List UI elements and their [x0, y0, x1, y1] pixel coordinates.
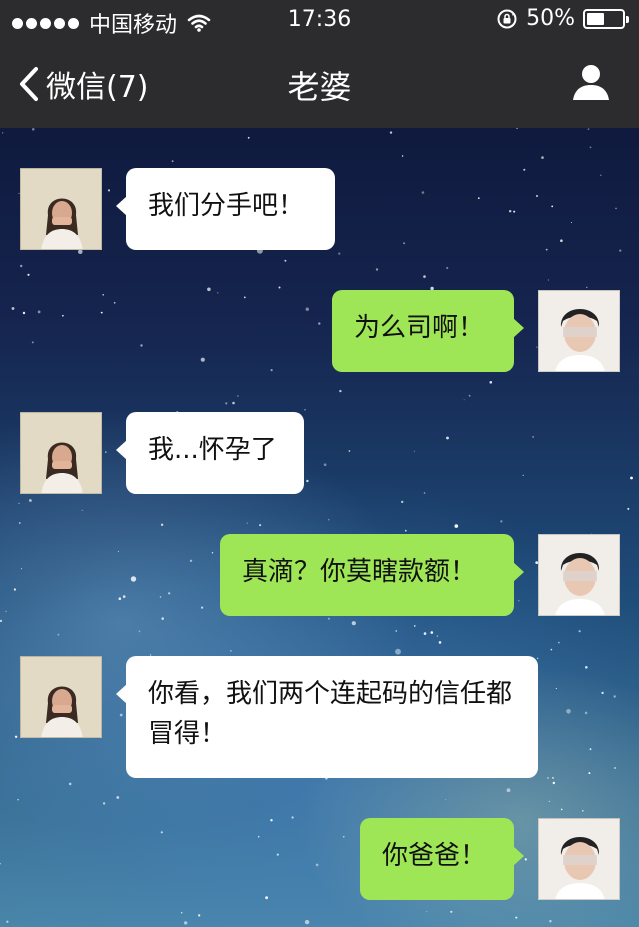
- rotation-lock-icon: [497, 9, 517, 28]
- message-bubble[interactable]: 真滴？你莫瞎款额！: [220, 534, 524, 616]
- message-bubble[interactable]: 你爸爸！: [360, 818, 524, 900]
- my-avatar[interactable]: [538, 534, 620, 616]
- message-bubble[interactable]: 我...怀孕了: [116, 412, 304, 494]
- boy-avatar-image: [539, 819, 619, 899]
- navigation-bar: 微信(7) 老婆: [0, 40, 639, 128]
- girl-avatar-image: [21, 169, 101, 249]
- back-label: 微信(7): [46, 70, 149, 105]
- battery-icon: [583, 8, 629, 29]
- my-avatar[interactable]: [538, 818, 620, 900]
- message-list: 我们分手吧！ 为么司啊！ 我...怀孕了 真滴？你莫瞎款额！ 你看，我们两个连起…: [0, 128, 639, 927]
- boy-avatar-image: [539, 291, 619, 371]
- profile-icon: [573, 65, 609, 100]
- my-avatar[interactable]: [538, 290, 620, 372]
- boy-avatar-image: [539, 535, 619, 615]
- girl-avatar-image: [21, 413, 101, 493]
- chevron-left-icon: [20, 67, 38, 101]
- message-bubble[interactable]: 为么司啊！: [332, 290, 524, 372]
- back-button[interactable]: 微信(7): [18, 62, 149, 106]
- girl-avatar-image: [21, 657, 101, 737]
- contact-avatar[interactable]: [20, 656, 102, 738]
- contact-avatar[interactable]: [20, 168, 102, 250]
- contact-avatar[interactable]: [20, 412, 102, 494]
- message-bubble[interactable]: 我们分手吧！: [116, 168, 335, 250]
- battery-percentage: 50%: [526, 6, 575, 31]
- message-bubble[interactable]: 你看，我们两个连起码的信任都冒得！: [116, 656, 538, 778]
- profile-button[interactable]: [571, 62, 611, 106]
- status-bar: 中国移动 17:36 50%: [0, 0, 639, 40]
